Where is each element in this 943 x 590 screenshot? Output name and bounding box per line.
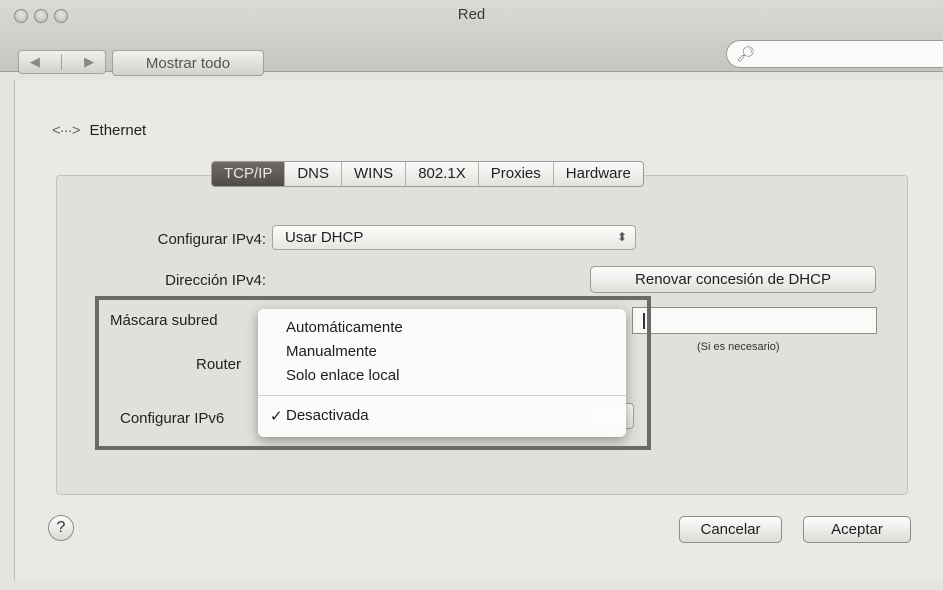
- configure-ipv4-label: Configurar IPv4:: [157, 231, 266, 248]
- configure-ipv4-select[interactable]: Usar DHCP ⬍: [272, 225, 636, 250]
- settings-tabs: TCP/IP DNS WINS 802.1X Proxies Hardware: [211, 161, 644, 187]
- renew-dhcp-button[interactable]: Renovar concesión de DHCP: [590, 266, 876, 293]
- ok-button[interactable]: Aceptar: [803, 516, 911, 543]
- tab-wins[interactable]: WINS: [342, 162, 407, 186]
- help-button[interactable]: ?: [48, 515, 74, 541]
- search-icon: 🔎︎: [736, 46, 756, 63]
- configure-ipv4-value: Usar DHCP: [285, 229, 364, 246]
- search-field[interactable]: 🔎︎: [726, 40, 943, 68]
- tab-tcpip[interactable]: TCP/IP: [212, 162, 286, 186]
- tab-8021x[interactable]: 802.1X: [406, 162, 479, 186]
- popup-arrows-icon: ⬍: [616, 230, 627, 244]
- client-id-field[interactable]: [632, 307, 877, 334]
- back-arrow-icon[interactable]: ◀: [30, 54, 40, 70]
- client-id-hint: (Si es necesario): [697, 341, 780, 353]
- forward-arrow-icon[interactable]: ▶: [84, 54, 94, 70]
- tab-proxies[interactable]: Proxies: [479, 162, 554, 186]
- highlight-frame: [95, 296, 651, 450]
- window-title: Red: [457, 6, 486, 23]
- cancel-button[interactable]: Cancelar: [679, 516, 782, 543]
- show-all-button[interactable]: Mostrar todo: [112, 50, 264, 76]
- nav-divider: [61, 54, 63, 70]
- interface-header: <···> Ethernet: [52, 122, 146, 139]
- tab-hardware[interactable]: Hardware: [554, 162, 643, 186]
- ethernet-icon: <···>: [52, 122, 80, 139]
- back-forward-control[interactable]: ◀ ▶: [18, 50, 106, 74]
- ipv4-address-label: Dirección IPv4:: [165, 272, 266, 289]
- tab-dns[interactable]: DNS: [285, 162, 343, 186]
- interface-name: Ethernet: [89, 122, 147, 139]
